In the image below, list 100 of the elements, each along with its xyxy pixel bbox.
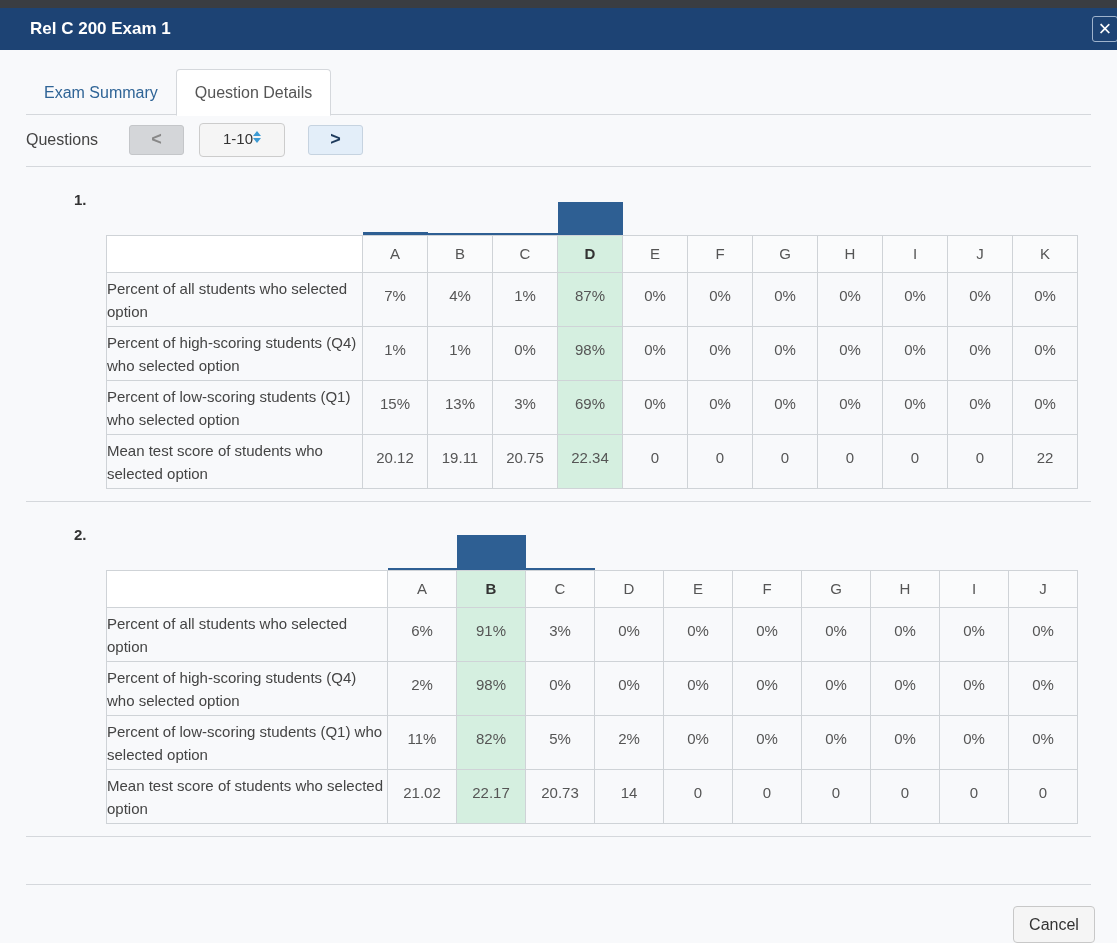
table-cell: 0% xyxy=(732,607,802,662)
table-cell: 0% xyxy=(882,272,948,327)
table-cell: 0% xyxy=(817,380,883,435)
table-cell: 0 xyxy=(732,769,802,824)
table-cell: 0% xyxy=(939,661,1009,716)
table-cell: 0 xyxy=(817,434,883,489)
table-cell: 1% xyxy=(427,326,493,381)
table-cell: 0% xyxy=(732,715,802,770)
table-cell: 0% xyxy=(801,715,871,770)
cancel-button[interactable]: Cancel xyxy=(1013,906,1095,943)
table-cell: 0% xyxy=(752,380,818,435)
table-cell: 82% xyxy=(456,715,526,770)
option-header: I xyxy=(939,570,1009,608)
row-label: Percent of low-scoring students (Q1) who selected option xyxy=(106,715,388,770)
table-cell: 0% xyxy=(801,607,871,662)
table-cell: 0% xyxy=(1008,661,1078,716)
option-header: J xyxy=(947,235,1013,273)
option-header: E xyxy=(663,570,733,608)
table-cell: 0% xyxy=(622,272,688,327)
table-cell: 0% xyxy=(663,661,733,716)
table-cell: 0% xyxy=(525,661,595,716)
table-cell: 0% xyxy=(492,326,558,381)
table-cell: 0% xyxy=(594,661,664,716)
table-cell: 0% xyxy=(939,607,1009,662)
table-cell: 0% xyxy=(817,272,883,327)
table-cell: 14 xyxy=(594,769,664,824)
option-header: D xyxy=(594,570,664,608)
table-cell: 3% xyxy=(525,607,595,662)
table-cell: 0% xyxy=(817,326,883,381)
table-cell: 0 xyxy=(687,434,753,489)
option-header: H xyxy=(870,570,940,608)
option-header: C xyxy=(525,570,595,608)
table-cell: 87% xyxy=(557,272,623,327)
table-cell: 11% xyxy=(387,715,457,770)
table-cell: 22.34 xyxy=(557,434,623,489)
table-cell: 0% xyxy=(870,715,940,770)
table-cell: 0% xyxy=(801,661,871,716)
option-header: A xyxy=(362,235,428,273)
option-header: B xyxy=(427,235,493,273)
table-cell: 0% xyxy=(939,715,1009,770)
tab[interactable]: Question Details xyxy=(175,69,332,116)
table-cell: 0% xyxy=(687,272,753,327)
table-cell: 19.11 xyxy=(427,434,493,489)
table-cell: 69% xyxy=(557,380,623,435)
table-cell: 0% xyxy=(1008,715,1078,770)
table-cell: 2% xyxy=(594,715,664,770)
table-cell: 21.02 xyxy=(387,769,457,824)
next-button[interactable]: > xyxy=(308,124,363,155)
row-label: Mean test score of students who selected option xyxy=(106,769,388,824)
table-cell: 0% xyxy=(947,272,1013,327)
table-cell: 0% xyxy=(594,607,664,662)
table-cell: 0% xyxy=(1008,607,1078,662)
table-cell: 0% xyxy=(687,326,753,381)
row-label: Percent of high-scoring students (Q4) who selected option xyxy=(106,326,363,381)
table-cell: 98% xyxy=(456,661,526,716)
table-cell: 22.17 xyxy=(456,769,526,824)
option-header: D xyxy=(557,235,623,273)
range-select[interactable]: 1-10 xyxy=(199,122,285,157)
table-cell: 0% xyxy=(732,661,802,716)
table-cell: 7% xyxy=(362,272,428,327)
table-cell: 0% xyxy=(663,715,733,770)
table-cell: 0% xyxy=(947,380,1013,435)
table-cell: 20.12 xyxy=(362,434,428,489)
table-cell: 22 xyxy=(1012,434,1078,489)
option-header: E xyxy=(622,235,688,273)
table-cell: 0% xyxy=(882,380,948,435)
row-label: Percent of all students who selected option xyxy=(106,272,363,327)
table-cell: 0 xyxy=(939,769,1009,824)
window-title: Rel C 200 Exam 1 xyxy=(30,18,171,41)
close-button[interactable]: × xyxy=(1092,16,1117,42)
table-cell: 98% xyxy=(557,326,623,381)
row-label: Percent of all students who selected option xyxy=(106,607,388,662)
sort-arrows-icon xyxy=(253,130,261,143)
table-cell: 0 xyxy=(663,769,733,824)
option-header: C xyxy=(492,235,558,273)
table-cell: 0% xyxy=(752,326,818,381)
table-cell: 0% xyxy=(687,380,753,435)
table-cell: 0% xyxy=(870,607,940,662)
table-cell: 0% xyxy=(1012,326,1078,381)
question-number: 1. xyxy=(74,190,87,210)
table-cell: 20.75 xyxy=(492,434,558,489)
table-cell: 2% xyxy=(387,661,457,716)
table-cell: 91% xyxy=(456,607,526,662)
option-header: K xyxy=(1012,235,1078,273)
table-cell: 15% xyxy=(362,380,428,435)
tab[interactable]: Exam Summary xyxy=(26,69,176,116)
option-header: B xyxy=(456,570,526,608)
option-header: I xyxy=(882,235,948,273)
table-cell: 0% xyxy=(1012,380,1078,435)
option-header: A xyxy=(387,570,457,608)
table-cell: 20.73 xyxy=(525,769,595,824)
option-header: F xyxy=(687,235,753,273)
table-cell: 4% xyxy=(427,272,493,327)
row-label: Percent of high-scoring students (Q4) who selected option xyxy=(106,661,388,716)
questions-label: Questions xyxy=(26,129,100,150)
table-cell: 1% xyxy=(492,272,558,327)
option-header: H xyxy=(817,235,883,273)
table-cell: 0 xyxy=(622,434,688,489)
table-cell: 0% xyxy=(622,326,688,381)
table-cell: 0 xyxy=(870,769,940,824)
